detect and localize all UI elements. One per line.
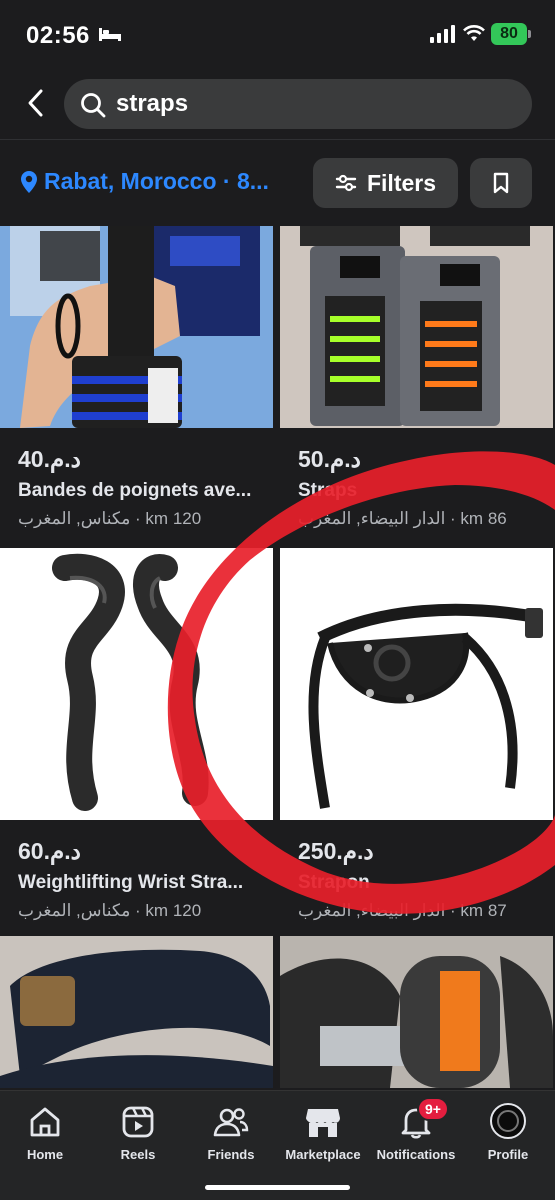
cellular-signal-icon — [430, 25, 455, 43]
search-header — [0, 74, 555, 140]
listing-image-wrist-wraps — [0, 226, 273, 428]
nav-notifications[interactable]: 9+ Notifications — [366, 1097, 466, 1162]
listing-location: مكناس, المغرب · km 120 — [18, 509, 202, 528]
nav-notifications-label: Notifications — [376, 1147, 456, 1162]
location-label: Rabat, Morocco · 8... — [44, 168, 269, 194]
chevron-left-icon — [28, 89, 43, 117]
back-button[interactable] — [18, 86, 52, 120]
nav-marketplace[interactable]: Marketplace — [273, 1103, 373, 1162]
listing-price: د.م.60 — [18, 838, 81, 864]
bottom-nav-bar: Home Reels Friends Marketplace 9+ Notifi… — [0, 1090, 555, 1200]
listing-price: د.م.250 — [298, 838, 374, 864]
sleep-focus-icon — [99, 28, 121, 41]
listing-card[interactable] — [280, 936, 553, 1088]
bookmark-icon — [493, 172, 509, 194]
listings-grid: د.م.40 Bandes de poignets ave... مكناس, … — [0, 226, 555, 1088]
listing-image-belt — [0, 936, 273, 1088]
listing-price: د.م.50 — [298, 446, 361, 472]
nav-reels-label: Reels — [120, 1147, 156, 1162]
listing-image-strap-packs — [280, 226, 553, 428]
listing-location: الدار البيضاء, المغرب · km 86 — [298, 509, 507, 528]
nav-friends[interactable]: Friends — [181, 1103, 281, 1162]
listing-card[interactable]: د.م.60 Weightlifting Wrist Stra... مكناس… — [0, 548, 273, 933]
listing-price: د.م.40 — [18, 446, 81, 472]
sliders-icon — [335, 174, 357, 192]
listing-title: Straps — [298, 480, 358, 501]
wifi-icon — [463, 25, 485, 41]
search-icon — [81, 93, 106, 118]
friends-icon — [213, 1108, 249, 1137]
nav-friends-label: Friends — [207, 1147, 255, 1162]
filter-bar: Rabat, Morocco · 8... Filters — [0, 152, 555, 214]
filters-label: Filters — [366, 169, 437, 196]
battery-indicator: 80 — [491, 23, 531, 45]
reels-icon — [122, 1106, 154, 1138]
listing-location: الدار البيضاء, المغرب · km 87 — [298, 901, 507, 920]
nav-profile-label: Profile — [487, 1147, 529, 1162]
notifications-badge: 9+ — [417, 1097, 449, 1121]
marketplace-icon — [306, 1109, 340, 1137]
home-icon — [30, 1107, 60, 1137]
listing-image-harness — [280, 548, 553, 820]
profile-avatar — [490, 1103, 526, 1139]
listing-image-lifting-straps — [0, 548, 273, 820]
listing-card[interactable] — [0, 936, 273, 1088]
status-time: 02:56 — [26, 22, 90, 49]
listing-card[interactable]: د.م.250 Strapon الدار البيضاء, المغرب · … — [280, 548, 553, 933]
listing-card[interactable]: د.م.50 Straps الدار البيضاء, المغرب · km… — [280, 226, 553, 546]
location-pin-icon — [21, 170, 37, 193]
status-bar: 02:56 80 — [0, 0, 555, 70]
home-indicator — [205, 1185, 350, 1190]
filters-button[interactable]: Filters — [313, 158, 458, 208]
search-bar[interactable] — [64, 79, 532, 129]
listing-title: Bandes de poignets ave... — [18, 480, 252, 501]
search-input[interactable] — [116, 87, 516, 121]
save-search-button[interactable] — [470, 158, 532, 208]
nav-marketplace-label: Marketplace — [285, 1147, 361, 1162]
listing-image-watch-bands — [280, 936, 553, 1088]
location-selector[interactable]: Rabat, Morocco · 8... — [20, 168, 269, 195]
listing-title: Weightlifting Wrist Stra... — [18, 872, 244, 893]
listing-card[interactable]: د.م.40 Bandes de poignets ave... مكناس, … — [0, 226, 273, 546]
nav-profile[interactable]: Profile — [458, 1103, 555, 1162]
nav-home-label: Home — [26, 1147, 64, 1162]
nav-home[interactable]: Home — [0, 1103, 95, 1162]
listing-title: Strapon — [298, 872, 370, 893]
nav-reels[interactable]: Reels — [88, 1103, 188, 1162]
listing-location: مكناس, المغرب · km 120 — [18, 901, 202, 920]
